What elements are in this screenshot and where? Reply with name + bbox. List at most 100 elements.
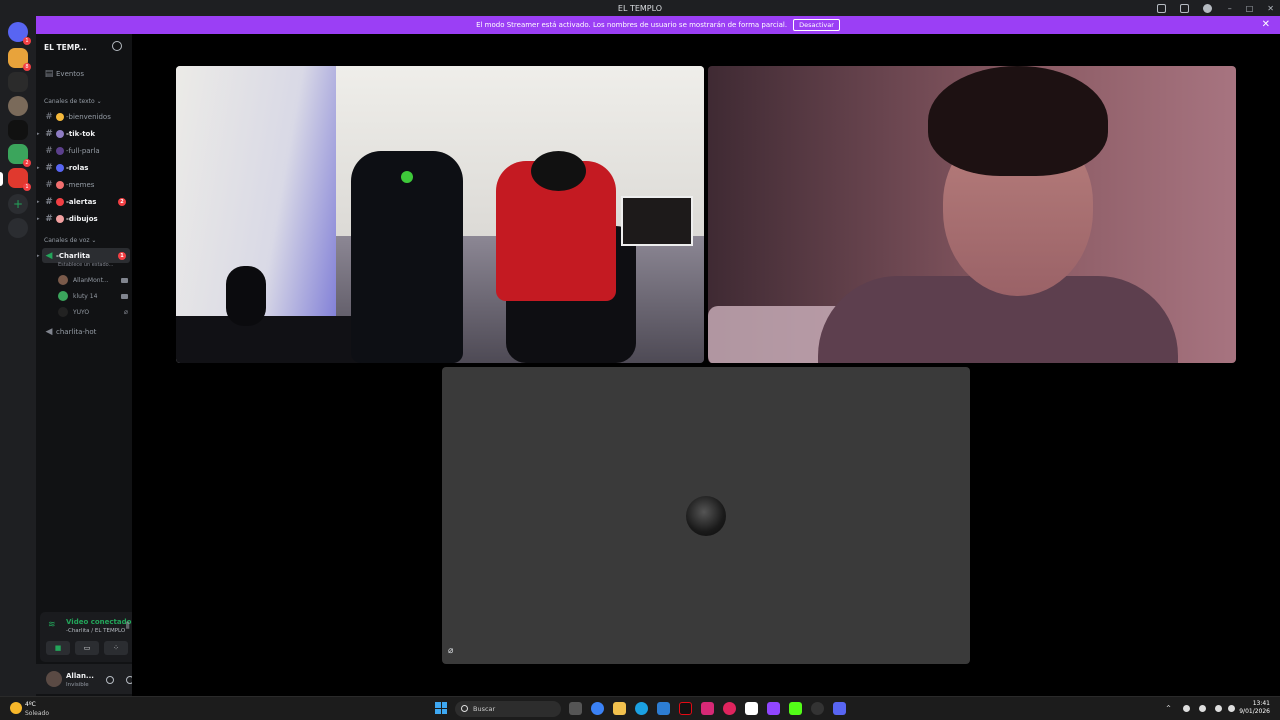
banner-text: El modo Streamer está activado. Los nomb…: [476, 21, 788, 29]
calendar-icon: ▤: [44, 68, 54, 79]
voice-user[interactable]: YUYO ⌀: [58, 305, 128, 319]
add-member-icon[interactable]: [112, 41, 122, 51]
screen-share-button[interactable]: ▭: [75, 641, 99, 655]
video-tile-room[interactable]: [176, 66, 704, 363]
voice-channel-charlita[interactable]: ▸ ◀ -Charlita 1: [37, 248, 130, 263]
twitch-icon[interactable]: [767, 702, 780, 715]
poster-image: [621, 196, 693, 246]
server-icon[interactable]: [8, 96, 28, 116]
voice-user[interactable]: AllanMont...: [58, 273, 128, 287]
hash-icon: #: [45, 128, 53, 139]
add-server-icon[interactable]: +: [8, 194, 28, 214]
signal-icon[interactable]: ≋: [48, 620, 58, 630]
taskbar-search[interactable]: Buscar: [455, 701, 561, 717]
channel-emoji-icon: [56, 112, 64, 121]
mute-icon: ⌀: [123, 308, 128, 316]
close-window-button[interactable]: ✕: [1267, 4, 1274, 13]
clock-date: 9/01/2026: [1239, 708, 1270, 715]
server-icon[interactable]: 2: [8, 144, 31, 167]
channel-emoji-icon: [56, 163, 64, 172]
channel-full-parla[interactable]: # -full-parla: [42, 143, 130, 158]
instagram-icon[interactable]: [701, 702, 714, 715]
server-icon[interactable]: [8, 120, 28, 140]
video-icon: [121, 293, 128, 299]
deactivate-button[interactable]: Desactivar: [793, 19, 840, 31]
speaker-icon: ◀: [45, 326, 53, 337]
sun-icon: [10, 702, 22, 714]
avatar: [58, 275, 68, 285]
speaker-icon: ◀: [45, 250, 53, 261]
video-stage: ⌀: [132, 34, 1280, 696]
channel-bienvenidos[interactable]: # -bienvenidos: [42, 109, 130, 124]
server-rail: 1 8 2 1 +: [0, 16, 36, 696]
channel-memes[interactable]: # -memes: [42, 177, 130, 192]
server-icon[interactable]: [8, 72, 28, 92]
volume-icon[interactable]: [1228, 705, 1235, 712]
home-icon[interactable]: 1: [8, 22, 31, 45]
user-name[interactable]: Allan...: [66, 672, 94, 680]
active-server-pill: [0, 172, 3, 186]
close-banner-icon[interactable]: ✕: [1262, 19, 1270, 30]
channel-emoji-icon: [56, 180, 64, 189]
user-status: Invisible: [66, 682, 89, 688]
chevron-up-icon[interactable]: ^: [1166, 705, 1173, 712]
copilot-icon[interactable]: [591, 702, 604, 715]
cloud-icon[interactable]: [1183, 705, 1190, 712]
channel-tik-tok[interactable]: ▸ # -tik-tok: [37, 126, 130, 141]
server-icon[interactable]: 8: [8, 48, 31, 71]
file-explorer-icon[interactable]: [613, 702, 626, 715]
noise-suppression-icon[interactable]: ⫼: [126, 621, 130, 631]
task-view-icon[interactable]: [569, 702, 582, 715]
help-icon[interactable]: [1203, 3, 1212, 13]
inbox-icon[interactable]: [1157, 3, 1166, 13]
server-icon-active[interactable]: 1: [8, 168, 31, 191]
edge-icon[interactable]: [635, 702, 648, 715]
microphone-icon[interactable]: [106, 676, 114, 684]
channel-sidebar: EL TEMP... ▤ Eventos Canales de texto ⌄ …: [36, 34, 168, 696]
mic-tray-icon[interactable]: [1199, 705, 1206, 712]
voice-status[interactable]: Establece un estado...: [58, 262, 113, 268]
discover-icon[interactable]: [8, 218, 28, 238]
chrome-icon[interactable]: [811, 702, 824, 715]
taskbar: 4ºC Soleado Buscar ^ 13:41 9/01/2026: [0, 696, 1280, 720]
text-category[interactable]: Canales de texto ⌄: [44, 98, 102, 105]
hash-icon: #: [45, 196, 53, 207]
minimize-button[interactable]: –: [1228, 4, 1232, 13]
video-tile-webcam[interactable]: [708, 66, 1236, 363]
razer-logo-icon: [401, 171, 413, 183]
channel-emoji-icon: [56, 214, 64, 223]
voice-channel-charlita-hot[interactable]: ◀ charlita-hot: [42, 324, 130, 339]
kick-icon[interactable]: [789, 702, 802, 715]
voice-connected-label[interactable]: Video conectado: [66, 618, 131, 626]
guild-header[interactable]: EL TEMP...: [36, 34, 132, 60]
voice-channel-path[interactable]: -Charlita / EL TEMPLO: [66, 628, 125, 634]
temperature: 4ºC: [25, 701, 36, 708]
netflix-icon[interactable]: [679, 702, 692, 715]
camera-button[interactable]: ■: [46, 641, 70, 655]
video-tile-no-camera[interactable]: ⌀: [442, 367, 970, 664]
hash-icon: #: [45, 213, 53, 224]
video-icon: [121, 277, 128, 283]
title-bar: EL TEMPLO – □ ✕: [0, 0, 1280, 16]
clock[interactable]: 13:41 9/01/2026: [1239, 700, 1270, 716]
channel-alertas[interactable]: ▸ # -alertas 2: [37, 194, 130, 209]
events-item[interactable]: ▤ Eventos: [42, 66, 130, 81]
events-label: Eventos: [56, 69, 84, 78]
discord-icon[interactable]: [833, 702, 846, 715]
voice-user[interactable]: kluty 14: [58, 289, 128, 303]
voice-category[interactable]: Canales de voz ⌄: [44, 237, 96, 244]
amazon-icon[interactable]: [745, 702, 758, 715]
clock-time: 13:41: [1252, 700, 1270, 707]
store-icon[interactable]: [657, 702, 670, 715]
weather-condition: Soleado: [25, 710, 49, 717]
wifi-icon[interactable]: [1215, 705, 1222, 712]
maximize-button[interactable]: □: [1246, 4, 1254, 13]
screen-share-icon[interactable]: [1180, 3, 1189, 13]
app-icon[interactable]: [723, 702, 736, 715]
hash-icon: #: [45, 111, 53, 122]
activities-button[interactable]: ⁘: [104, 641, 128, 655]
channel-rolas[interactable]: ▸ # -rolas: [37, 160, 130, 175]
channel-dibujos[interactable]: ▸ # -dibujos: [37, 211, 130, 226]
avatar[interactable]: [46, 671, 62, 687]
start-button-icon[interactable]: [435, 702, 447, 714]
